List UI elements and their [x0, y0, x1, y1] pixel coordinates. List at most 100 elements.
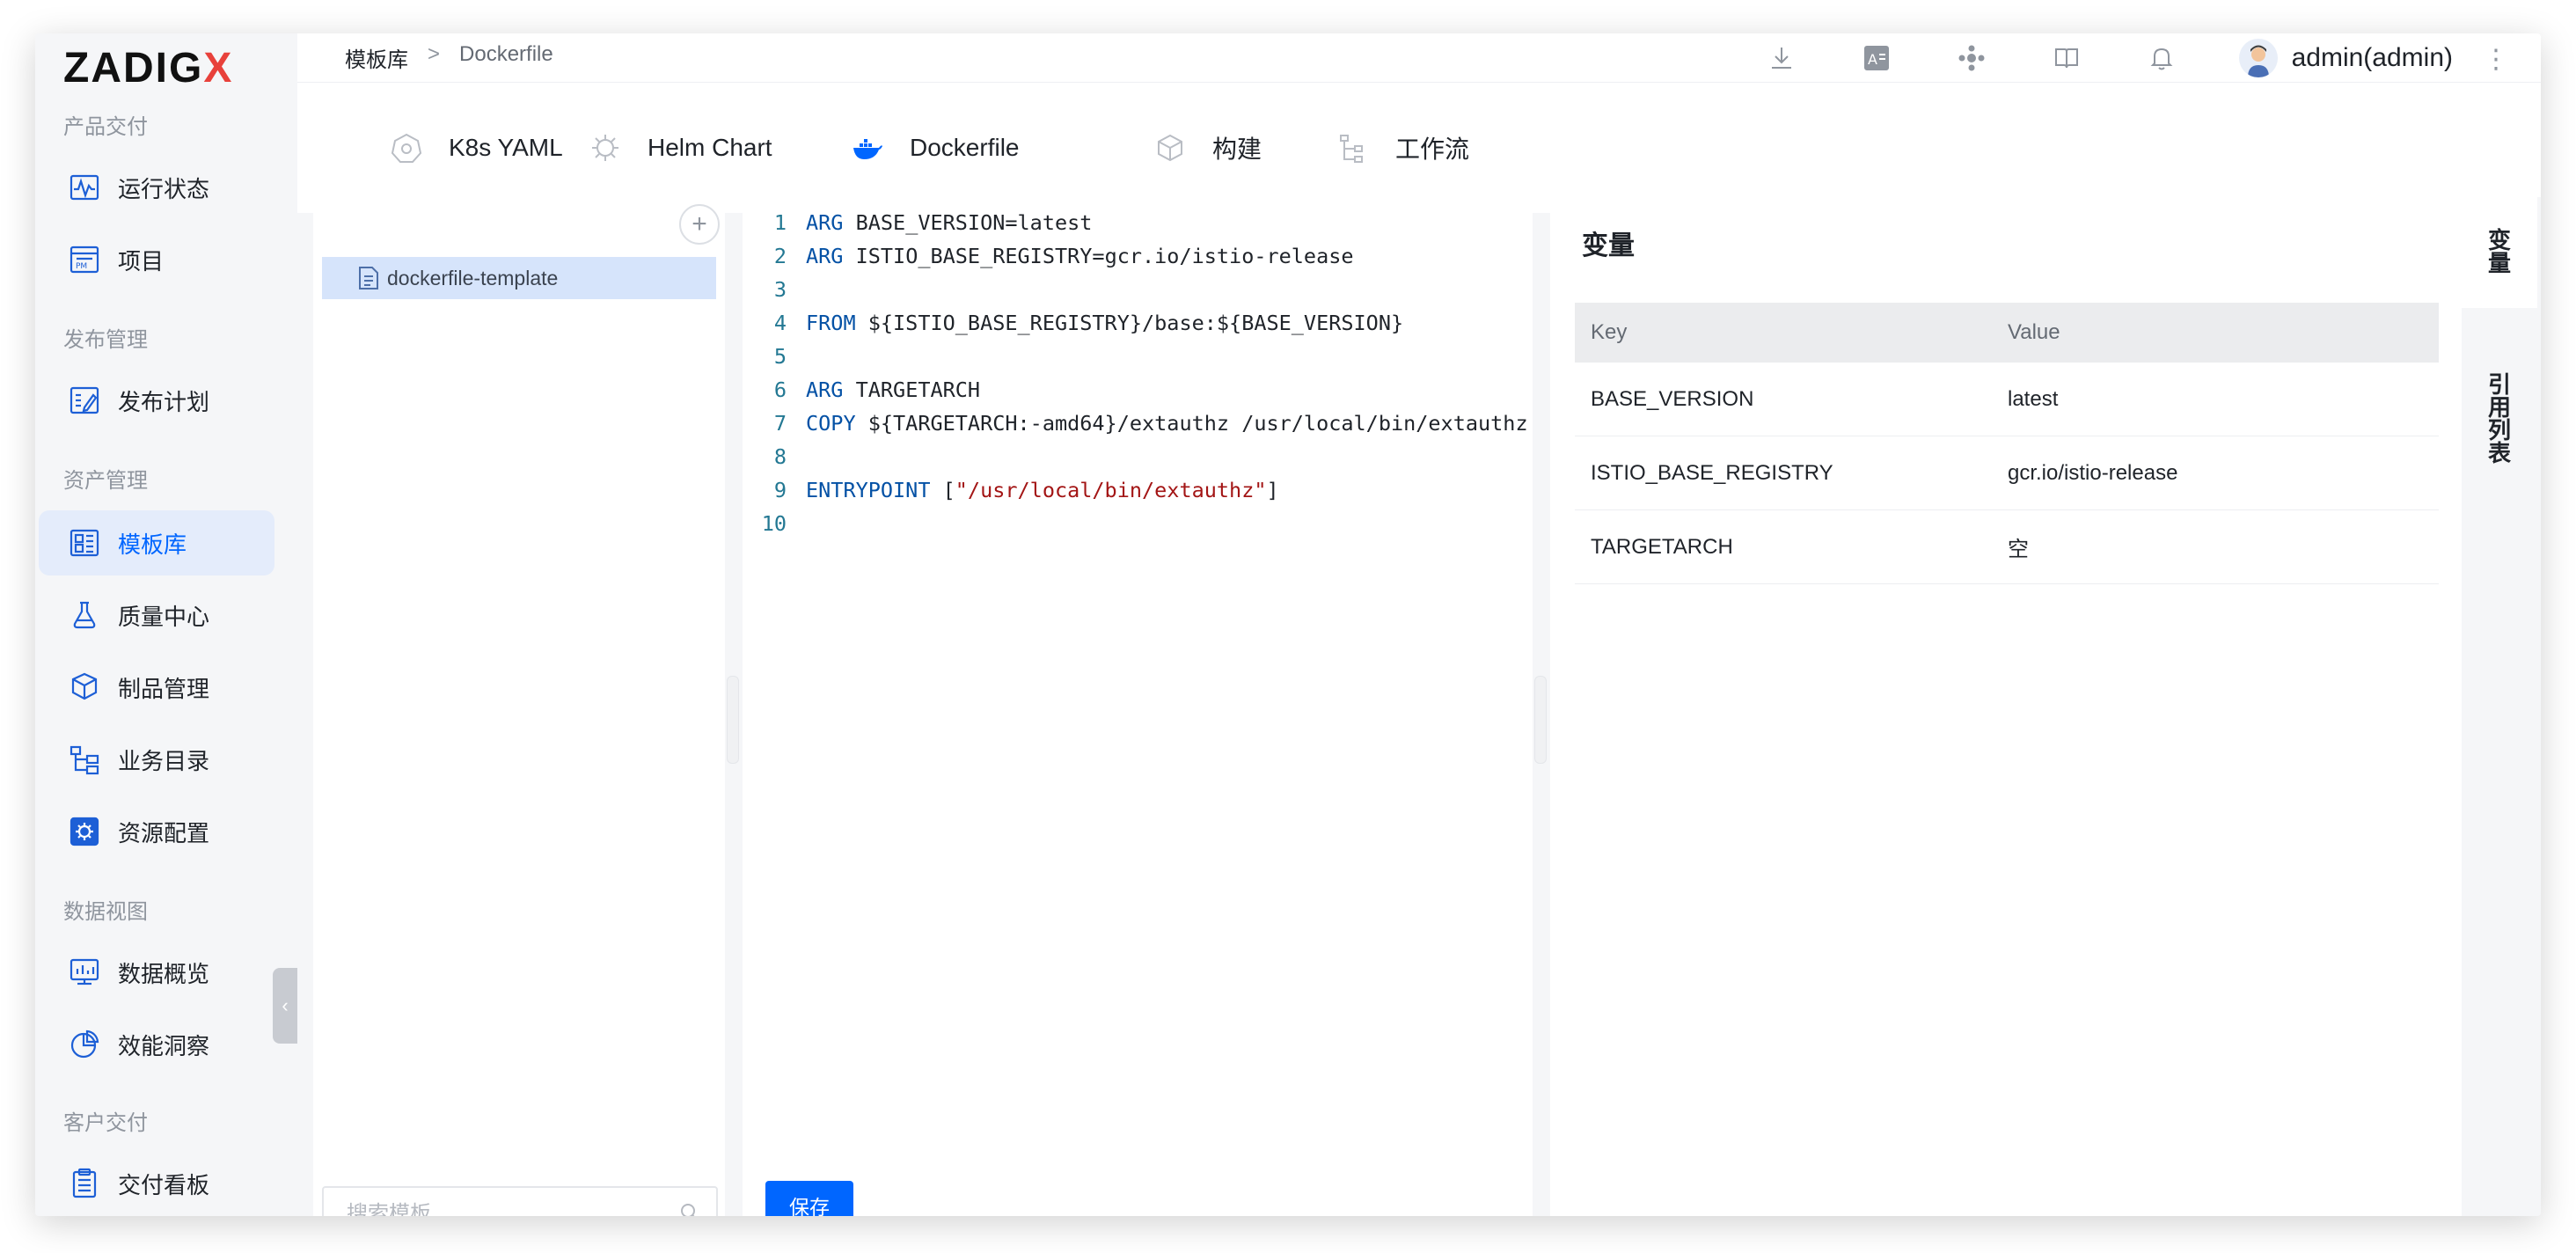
- side-tab-references[interactable]: 引 用 列 表: [2462, 373, 2537, 465]
- sidebar-item-data-overview[interactable]: 数据概览: [39, 940, 274, 1005]
- sidebar-item-catalog[interactable]: 业务目录: [39, 727, 274, 792]
- line-content: [787, 273, 806, 306]
- section-title-assets: 资产管理: [63, 469, 148, 493]
- cube-icon: [1153, 130, 1188, 165]
- docker-icon: [850, 130, 885, 165]
- package-icon: [67, 670, 102, 705]
- sidebar: ZADIG X 产品交付 运行状态 PM 项目 发布管理 发布计划 资产管理 模板…: [35, 33, 297, 1216]
- sidebar-item-label: 业务目录: [118, 747, 210, 774]
- code-line: 2 ARG ISTIO_BASE_REGISTRY=gcr.io/istio-re…: [743, 239, 1528, 273]
- docs-icon[interactable]: [2049, 40, 2084, 76]
- code-editor[interactable]: 1 ARG BASE_VERSION=latest 2 ARG ISTIO_BASE_…: [743, 206, 1528, 540]
- side-tab-char: 表: [2487, 440, 2511, 466]
- side-tab-char: 列: [2487, 417, 2511, 443]
- line-number: 4: [773, 311, 787, 335]
- tab-workflow[interactable]: 工作流: [1336, 83, 1469, 213]
- file-item-dockerfile-template[interactable]: dockerfile-template: [322, 257, 716, 299]
- side-tabs: 变 量 引 用 列 表: [2462, 197, 2541, 1216]
- line-content: ARG TARGETARCH: [787, 373, 980, 407]
- code-text: TARGETARCH: [843, 377, 981, 402]
- code-line: 7 COPY ${TARGETARCH:-amd64}/extauthz /usr…: [743, 407, 1528, 440]
- clipboard-icon: [67, 1166, 102, 1201]
- template-search-input[interactable]: 搜索模板: [322, 1186, 718, 1216]
- top-header: 模板库 > Dockerfile A admin(admin) ⋮: [297, 33, 2541, 83]
- tab-label: Dockerfile: [910, 134, 1020, 161]
- code-keyword: FROM: [806, 311, 856, 335]
- save-button[interactable]: 保存: [765, 1181, 853, 1216]
- tab-build[interactable]: 构建: [1153, 83, 1262, 213]
- translate-icon[interactable]: A: [1859, 40, 1894, 76]
- variables-panel: 变量 Key Value BASE_VERSION latest ISTIO_B…: [1550, 197, 2462, 1216]
- template-tabs: K8s YAML Helm Chart Dockerfile 构建 工作流: [297, 83, 2541, 213]
- line-number: 2: [773, 244, 787, 268]
- file-icon: [359, 267, 378, 289]
- breadcrumb: 模板库 > Dockerfile: [345, 42, 553, 73]
- flask-icon: [67, 597, 102, 633]
- sidebar-item-release-plan[interactable]: 发布计划: [39, 368, 274, 433]
- sidebar-item-artifacts[interactable]: 制品管理: [39, 655, 274, 720]
- bell-icon[interactable]: [2144, 40, 2179, 76]
- line-number: 3: [773, 277, 787, 302]
- left-resize-handle[interactable]: [727, 676, 739, 764]
- project-icon: PM: [67, 242, 102, 277]
- section-title-data: 数据视图: [63, 900, 148, 924]
- sidebar-item-delivery-board[interactable]: 交付看板: [39, 1151, 274, 1216]
- sidebar-item-resources[interactable]: 资源配置: [39, 799, 274, 864]
- app-window: ZADIG X 产品交付 运行状态 PM 项目 发布管理 发布计划 资产管理 模板…: [35, 33, 2541, 1216]
- code-text: ISTIO_BASE_REGISTRY=gcr.io/istio-release: [843, 244, 1354, 268]
- line-number: 10: [761, 511, 787, 536]
- right-resize-handle[interactable]: [1534, 676, 1547, 764]
- side-tab-char: 用: [2487, 394, 2511, 421]
- sidebar-item-insights[interactable]: 效能洞察: [39, 1012, 274, 1077]
- tab-k8s-yaml[interactable]: K8s YAML: [389, 83, 563, 213]
- gear-icon: [67, 814, 102, 849]
- user-name[interactable]: admin(admin): [2292, 43, 2453, 73]
- var-key: TARGETARCH: [1591, 534, 1733, 559]
- sidebar-item-label: 数据概览: [118, 960, 210, 987]
- tab-dockerfile[interactable]: Dockerfile: [850, 83, 1019, 213]
- code-keyword: ENTRYPOINT: [806, 478, 931, 502]
- line-number: 9: [773, 478, 787, 502]
- logo[interactable]: ZADIG X: [63, 44, 234, 92]
- table-row: BASE_VERSION latest: [1575, 363, 2439, 436]
- sidebar-item-quality[interactable]: 质量中心: [39, 583, 274, 648]
- section-title-customer: 客户交付: [63, 1111, 148, 1135]
- side-tab-char: 引: [2487, 371, 2511, 398]
- column-value: Value: [2008, 320, 2060, 344]
- sidebar-item-status[interactable]: 运行状态: [39, 155, 274, 220]
- code-string: "/usr/local/bin/extauthz": [955, 478, 1267, 502]
- breadcrumb-root[interactable]: 模板库: [345, 42, 408, 73]
- logo-x: X: [203, 44, 234, 92]
- tab-helm-chart[interactable]: Helm Chart: [588, 83, 772, 213]
- line-number: 7: [773, 411, 787, 436]
- download-icon[interactable]: [1764, 40, 1799, 76]
- line-content: [787, 440, 806, 473]
- more-vertical-icon[interactable]: ⋮: [2483, 44, 2509, 75]
- catalog-icon: [67, 742, 102, 777]
- sidebar-item-project[interactable]: PM 项目: [39, 227, 274, 292]
- code-line: 5: [743, 340, 1528, 373]
- sidebar-collapse-handle[interactable]: ‹: [273, 968, 297, 1044]
- avatar[interactable]: [2238, 39, 2278, 77]
- add-template-button[interactable]: +: [679, 204, 720, 245]
- column-key: Key: [1591, 320, 1628, 344]
- search-icon: [681, 1204, 695, 1216]
- code-text: ${TARGETARCH:-amd64}/extauthz /usr/local…: [855, 411, 1528, 436]
- sidebar-item-label: 质量中心: [118, 603, 210, 630]
- code-line: 10: [743, 507, 1528, 540]
- kubernetes-icon: [389, 130, 424, 165]
- plugin-icon[interactable]: [1954, 40, 1989, 76]
- code-keyword: ARG: [806, 210, 844, 235]
- tab-label: 构建: [1212, 136, 1262, 163]
- tab-label: K8s YAML: [449, 134, 563, 161]
- code-keyword: ARG: [806, 377, 844, 402]
- pie-icon: [67, 1027, 102, 1062]
- code-line: 6 ARG TARGETARCH: [743, 373, 1528, 407]
- var-key: BASE_VERSION: [1591, 386, 1754, 411]
- sidebar-item-templates[interactable]: 模板库: [39, 510, 274, 575]
- svg-text:PM: PM: [76, 262, 87, 271]
- svg-text:A: A: [1868, 51, 1877, 68]
- code-editor-panel[interactable]: 1 ARG BASE_VERSION=latest 2 ARG ISTIO_BASE_…: [743, 197, 1533, 1216]
- side-tab-variables[interactable]: 变 量: [2462, 197, 2537, 308]
- pulse-icon: [67, 170, 102, 205]
